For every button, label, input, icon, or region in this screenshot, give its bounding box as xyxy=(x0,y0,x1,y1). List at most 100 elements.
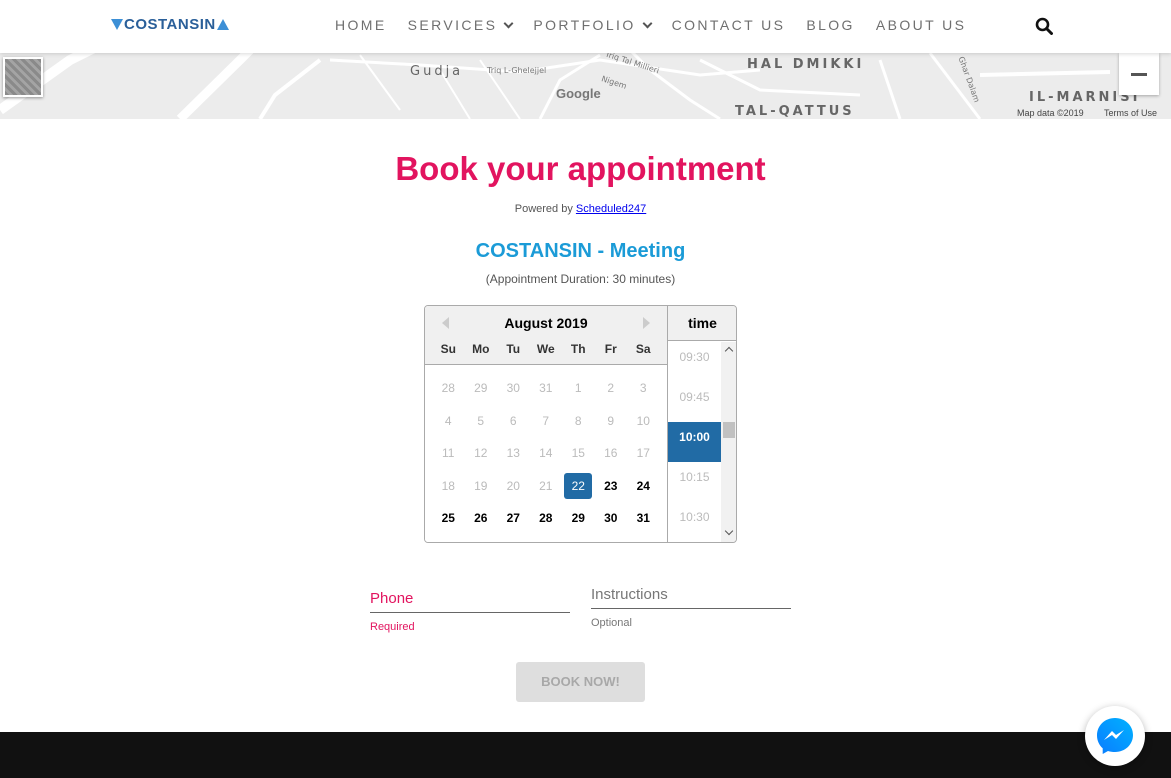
datetime-picker: August 2019 Su Mo Tu We Th Fr Sa 28 29 30 31 1 2 3 4 5… xyxy=(424,305,737,543)
nav-label: SERVICES xyxy=(407,17,498,33)
calendar-day: 3 xyxy=(639,381,647,396)
main-nav: HOME SERVICES PORTFOLIO CONTACT US BLOG … xyxy=(335,17,987,33)
instructions-hint: Optional xyxy=(591,617,632,629)
time-slot[interactable]: 09:45 xyxy=(668,382,721,422)
calendar-day-selected[interactable]: 22 xyxy=(564,472,593,499)
nav-item-about-us[interactable]: ABOUT US xyxy=(876,17,967,33)
time-slot-selected[interactable]: 10:00 xyxy=(668,422,721,462)
nav-item-home[interactable]: HOME xyxy=(335,17,387,33)
calendar-day[interactable]: 26 xyxy=(465,505,498,531)
calendar-day: 21 xyxy=(539,478,553,493)
instructions-label[interactable]: Instructions xyxy=(591,586,791,609)
scroll-down-icon[interactable] xyxy=(724,526,734,536)
calendar-day[interactable]: 25 xyxy=(432,505,465,531)
calendar-day: 14 xyxy=(539,446,553,461)
phone-hint: Required xyxy=(370,621,415,633)
google-logo: Google xyxy=(556,86,601,101)
page-title: Book your appointment xyxy=(395,150,766,187)
nav-item-portfolio[interactable]: PORTFOLIO xyxy=(533,17,653,33)
chevron-down-icon xyxy=(503,18,514,28)
weekday-row: Su Mo Tu We Th Fr Sa xyxy=(432,342,660,356)
calendar: August 2019 Su Mo Tu We Th Fr Sa 28 29 30 31 1 2 3 4 5… xyxy=(425,306,667,542)
calendar-day: 10 xyxy=(636,413,650,428)
map-data-text: Map data ©2019 xyxy=(1017,108,1084,118)
messenger-chat-button[interactable] xyxy=(1085,706,1145,766)
phone-field[interactable]: Phone Required xyxy=(370,590,570,633)
phone-label[interactable]: Phone xyxy=(370,590,570,613)
calendar-day: 31 xyxy=(539,381,553,396)
calendar-day: 8 xyxy=(574,413,582,428)
nav-item-services[interactable]: SERVICES xyxy=(407,17,514,33)
nav-label: ABOUT US xyxy=(875,17,967,33)
zoom-out-button[interactable] xyxy=(1119,53,1159,95)
powered-by-prefix: Powered by xyxy=(514,203,576,215)
calendar-day[interactable]: 27 xyxy=(497,505,530,531)
calendar-day: 15 xyxy=(571,446,585,461)
calendar-day[interactable]: 24 xyxy=(627,473,660,499)
time-scrollbar[interactable] xyxy=(721,342,736,542)
map-label-hal-dmikki: HAL DMIKKI xyxy=(747,57,865,72)
search-icon[interactable] xyxy=(1035,17,1053,35)
nav-label: CONTACT US xyxy=(671,17,786,33)
calendar-day: 16 xyxy=(604,446,618,461)
weekday-label: Tu xyxy=(506,342,521,356)
time-column: time 09:30 09:45 10:00 10:15 10:30 xyxy=(667,306,736,542)
scroll-up-icon[interactable] xyxy=(724,346,734,356)
calendar-day[interactable]: 30 xyxy=(595,505,628,531)
nav-item-contact-us[interactable]: CONTACT US xyxy=(672,17,786,33)
chevron-down-icon xyxy=(642,18,653,28)
calendar-days: 28 29 30 31 1 2 3 4 5 6 7 8 9 10 11 12 13 14 15 16 17 18 19 20 2… xyxy=(432,372,660,535)
map-label-triq-ghelejjel: Triq L-Ghelejjel xyxy=(487,66,547,75)
weekday-label: Mo xyxy=(472,342,490,356)
calendar-day: 13 xyxy=(506,446,520,461)
appointment-duration: (Appointment Duration: 30 minutes) xyxy=(485,272,676,286)
time-header: time xyxy=(668,306,736,341)
calendar-week: 11 12 13 14 15 16 17 xyxy=(432,437,660,470)
instructions-field[interactable]: Instructions Optional xyxy=(591,586,791,629)
weekday-label: Fr xyxy=(604,342,617,356)
logo-text: COSTANSIN xyxy=(124,16,216,33)
calendar-day: 6 xyxy=(509,413,517,428)
calendar-day: 19 xyxy=(474,478,488,493)
map-label-tal-qattus: TAL-QATTUS xyxy=(735,104,855,119)
calendar-day[interactable]: 23 xyxy=(595,473,628,499)
calendar-day[interactable]: 31 xyxy=(627,505,660,531)
calendar-week: 4 5 6 7 8 9 10 xyxy=(432,405,660,438)
time-slot[interactable]: 10:15 xyxy=(668,462,721,502)
calendar-week: 28 29 30 31 1 2 3 xyxy=(432,372,660,405)
calendar-day: 30 xyxy=(506,381,520,396)
logo-triangle-up-icon xyxy=(216,19,229,30)
site-logo[interactable]: COSTANSIN xyxy=(111,16,229,33)
calendar-day[interactable]: 29 xyxy=(562,505,595,531)
calendar-day: 17 xyxy=(636,446,650,461)
calendar-day: 11 xyxy=(442,446,455,461)
calendar-day: 12 xyxy=(474,446,488,461)
weekday-label: Th xyxy=(570,342,586,356)
map-label-gudja: Gudja xyxy=(410,64,464,79)
calendar-day: 4 xyxy=(444,413,452,428)
site-header: COSTANSIN HOME SERVICES PORTFOLIO CONTAC… xyxy=(0,0,1171,53)
calendar-day: 28 xyxy=(441,381,455,396)
map-terms-link[interactable]: Terms of Use xyxy=(1104,108,1157,118)
calendar-day: 5 xyxy=(477,413,485,428)
logo-triangle-down-icon xyxy=(111,19,123,30)
scroll-thumb[interactable] xyxy=(723,422,735,438)
site-footer xyxy=(0,732,1171,778)
next-month-icon[interactable] xyxy=(643,317,650,329)
nav-label: PORTFOLIO xyxy=(533,17,636,33)
calendar-week: 18 19 20 21 22 23 24 xyxy=(432,470,660,503)
calendar-day: 9 xyxy=(607,413,615,428)
time-slot[interactable]: 09:30 xyxy=(668,342,721,382)
satellite-toggle[interactable] xyxy=(3,57,43,97)
time-slot[interactable]: 10:30 xyxy=(668,502,721,542)
nav-item-blog[interactable]: BLOG xyxy=(806,17,855,33)
calendar-day[interactable]: 28 xyxy=(530,505,563,531)
scheduled247-link[interactable]: Scheduled247 xyxy=(576,203,646,215)
book-now-button[interactable]: BOOK NOW! xyxy=(516,662,645,702)
calendar-day: 29 xyxy=(474,381,488,396)
nav-label: HOME xyxy=(335,17,387,33)
nav-label: BLOG xyxy=(806,17,855,33)
calendar-day: 1 xyxy=(574,381,582,396)
calendar-day: 7 xyxy=(542,413,550,428)
weekday-label: Sa xyxy=(635,342,651,356)
